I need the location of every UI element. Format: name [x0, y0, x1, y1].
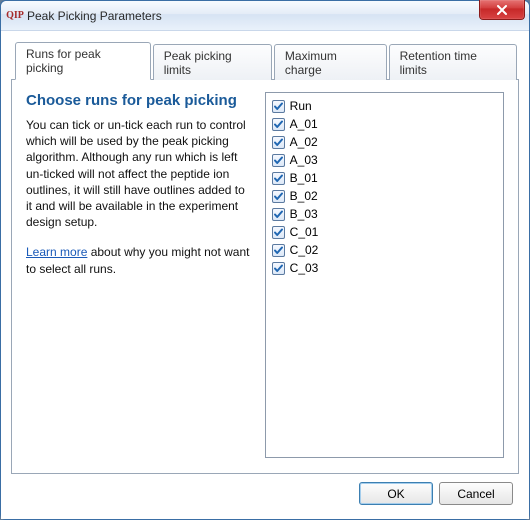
cancel-button[interactable]: Cancel: [439, 482, 513, 505]
check-icon: [273, 119, 284, 130]
check-icon: [273, 173, 284, 184]
checkbox[interactable]: [272, 262, 285, 275]
tab-retention-time-limits[interactable]: Retention time limits: [389, 44, 517, 80]
list-item[interactable]: C_03: [272, 259, 497, 277]
close-icon: [496, 5, 508, 15]
tab-maximum-charge[interactable]: Maximum charge: [274, 44, 387, 80]
tab-runs-for-peak-picking[interactable]: Runs for peak picking: [15, 42, 151, 80]
tab-panel: Choose runs for peak picking You can tic…: [11, 79, 519, 474]
tab-peak-picking-limits[interactable]: Peak picking limits: [153, 44, 272, 80]
dialog-window: QIP Peak Picking Parameters Runs for pea…: [0, 0, 530, 520]
section-heading: Choose runs for peak picking: [26, 92, 251, 109]
tabstrip: Runs for peak picking Peak picking limit…: [11, 41, 519, 79]
checkbox-label: B_01: [290, 171, 318, 185]
check-icon: [273, 191, 284, 202]
checkbox-label: A_01: [290, 117, 318, 131]
checkbox[interactable]: [272, 208, 285, 221]
close-button[interactable]: [479, 0, 525, 20]
check-icon: [273, 245, 284, 256]
checkbox[interactable]: [272, 154, 285, 167]
checkbox[interactable]: [272, 226, 285, 239]
section-description: You can tick or un-tick each run to cont…: [26, 117, 251, 230]
list-item[interactable]: B_02: [272, 187, 497, 205]
checkbox-label: A_02: [290, 135, 318, 149]
list-item[interactable]: Run: [272, 97, 497, 115]
checkbox-label: C_01: [290, 225, 319, 239]
button-bar: OK Cancel: [11, 474, 519, 509]
check-icon: [273, 263, 284, 274]
list-item[interactable]: B_03: [272, 205, 497, 223]
learn-more-link[interactable]: Learn more: [26, 245, 87, 259]
checkbox-label: C_02: [290, 243, 319, 257]
checkbox-label: B_02: [290, 189, 318, 203]
list-item[interactable]: A_01: [272, 115, 497, 133]
checkbox-label: C_03: [290, 261, 319, 275]
checkbox[interactable]: [272, 190, 285, 203]
titlebar: QIP Peak Picking Parameters: [1, 1, 529, 31]
checkbox-label: A_03: [290, 153, 318, 167]
runs-column: Run A_01 A_02 A_03 B_01 B_02 B_03 C_01 C_02 C_03: [265, 92, 504, 461]
checkbox[interactable]: [272, 118, 285, 131]
checkbox[interactable]: [272, 100, 285, 113]
check-icon: [273, 137, 284, 148]
check-icon: [273, 101, 284, 112]
checkbox[interactable]: [272, 172, 285, 185]
list-item[interactable]: C_01: [272, 223, 497, 241]
list-item[interactable]: B_01: [272, 169, 497, 187]
client-area: Runs for peak picking Peak picking limit…: [1, 31, 529, 519]
app-icon: QIP: [7, 8, 23, 24]
checkbox-label: B_03: [290, 207, 318, 221]
check-icon: [273, 227, 284, 238]
ok-button[interactable]: OK: [359, 482, 433, 505]
list-item[interactable]: A_03: [272, 151, 497, 169]
check-icon: [273, 209, 284, 220]
check-icon: [273, 155, 284, 166]
checkbox[interactable]: [272, 136, 285, 149]
window-title: Peak Picking Parameters: [27, 9, 162, 23]
checkbox[interactable]: [272, 244, 285, 257]
learn-more-paragraph: Learn more about why you might not want …: [26, 244, 251, 276]
runs-listbox[interactable]: Run A_01 A_02 A_03 B_01 B_02 B_03 C_01 C_02 C_03: [265, 92, 504, 458]
list-item[interactable]: C_02: [272, 241, 497, 259]
list-item[interactable]: A_02: [272, 133, 497, 151]
description-column: Choose runs for peak picking You can tic…: [26, 92, 251, 461]
checkbox-label: Run: [290, 99, 312, 113]
